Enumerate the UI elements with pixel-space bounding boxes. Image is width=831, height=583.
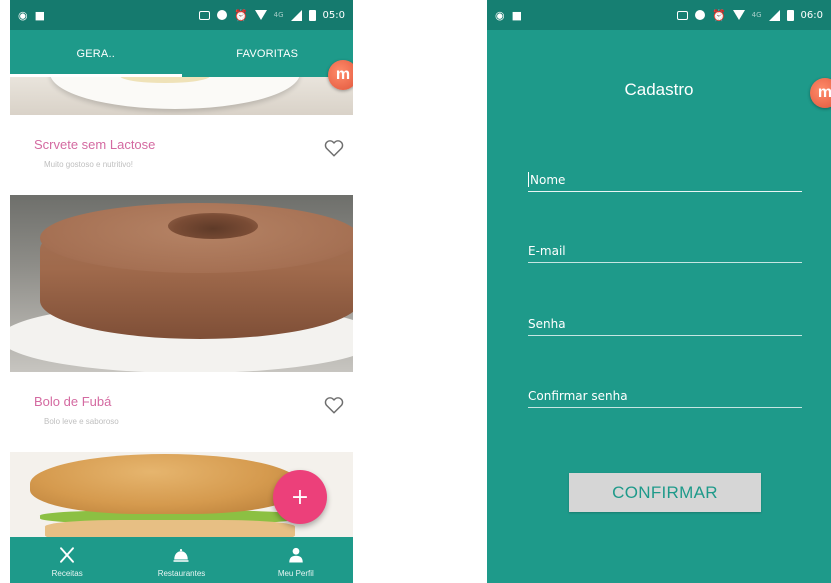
heart-icon[interactable] [323, 137, 345, 159]
name-field[interactable]: Nome [528, 162, 802, 192]
register-screen: ◉ ■ ⏰ 4G 06:0 m Cadastro Nome E-mail Sen… [487, 0, 831, 583]
person-icon [289, 547, 303, 563]
tab-bar: GERA.. FAVORITAS [10, 30, 353, 77]
bottom-navigation: Receitas Restaurantes Meu Perfil [10, 537, 353, 583]
recipe-description: Muito gostoso e nutritivo! [44, 160, 133, 169]
recipe-description: Bolo leve e saboroso [44, 417, 119, 426]
status-bar: ◉ ■ ⏰ 4G 06:0 [487, 0, 831, 30]
recipe-title: Scrvete sem Lactose [34, 137, 156, 152]
signal-icon [290, 9, 302, 21]
email-field[interactable]: E-mail [528, 233, 802, 263]
do-not-disturb-icon [694, 10, 705, 20]
alarm-icon: ⏰ [711, 8, 726, 22]
status-bar: ◉ ■ ⏰ 4G 05:0 [10, 0, 353, 30]
email-field-placeholder: E-mail [528, 244, 566, 258]
network-type-icon: 4G [751, 11, 762, 19]
confirm-password-field-placeholder: Confirmar senha [528, 389, 628, 403]
nav-item-meu-perfil[interactable]: Meu Perfil [239, 537, 353, 583]
notification-icon: ■ [511, 8, 523, 22]
tab-geral[interactable]: GERA.. [10, 30, 182, 77]
page-title: Cadastro [624, 80, 694, 99]
heart-icon[interactable] [323, 394, 345, 416]
bun-bottom-shape [45, 520, 295, 537]
app-logo-badge[interactable]: m [328, 60, 353, 90]
recipe-image[interactable] [10, 77, 353, 115]
cloche-icon [173, 549, 189, 562]
text-cursor [528, 172, 529, 187]
recipe-title: Bolo de Fubá [34, 394, 112, 409]
app-notification-icon: ◉ [18, 8, 28, 22]
app-notification-icon: ◉ [495, 8, 505, 22]
bun-top-shape [30, 454, 300, 514]
do-not-disturb-icon [216, 10, 227, 20]
signal-icon [768, 9, 780, 21]
wifi-icon [732, 10, 745, 20]
nav-item-receitas[interactable]: Receitas [10, 537, 124, 583]
password-field[interactable]: Senha [528, 306, 802, 336]
nav-label: Receitas [51, 569, 83, 578]
nav-item-restaurantes[interactable]: Restaurantes [124, 537, 238, 583]
recipe-feed[interactable]: Scrvete sem Lactose Muito gostoso e nutr… [10, 77, 353, 537]
add-recipe-button[interactable]: + [273, 470, 327, 524]
recipes-screen: ◉ ■ ⏰ 4G 05:0 GERA.. FAVORITAS Scrvete s… [10, 0, 353, 583]
recipe-image[interactable] [10, 195, 353, 372]
nav-label: Meu Perfil [277, 569, 314, 578]
confirm-password-field[interactable]: Confirmar senha [528, 378, 802, 408]
alarm-icon: ⏰ [233, 8, 248, 22]
network-type-icon: 4G [273, 11, 284, 19]
password-field-placeholder: Senha [528, 317, 566, 331]
confirm-button[interactable]: CONFIRMAR [569, 473, 761, 512]
recipe-card[interactable]: Scrvete sem Lactose Muito gostoso e nutr… [10, 115, 353, 195]
battery-icon [308, 9, 316, 21]
recipe-card[interactable]: Bolo de Fubá Bolo leve e saboroso [10, 372, 353, 452]
cast-icon [676, 10, 688, 20]
utensils-icon [60, 547, 75, 563]
status-time: 05:0 [322, 9, 345, 21]
name-field-placeholder: Nome [530, 173, 566, 187]
wifi-icon [254, 10, 267, 20]
battery-icon [786, 9, 794, 21]
notification-icon: ■ [34, 8, 46, 22]
nav-label: Restaurantes [157, 569, 206, 578]
status-time: 06:0 [800, 9, 823, 21]
cake-hole-shape [168, 213, 258, 239]
cast-icon [198, 10, 210, 20]
tab-favoritas[interactable]: FAVORITAS [182, 30, 354, 77]
